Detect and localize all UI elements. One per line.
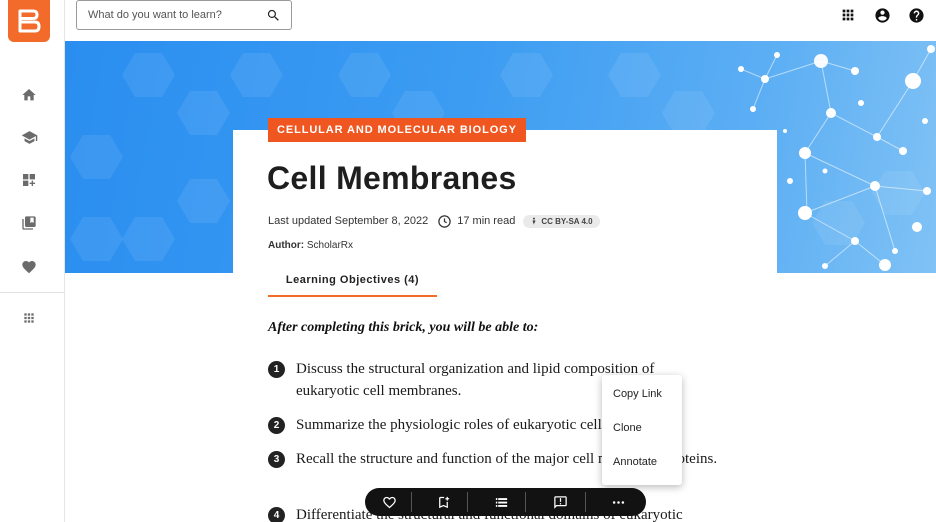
- objective-number: 4: [268, 507, 285, 522]
- toolbar-divider: [585, 492, 586, 512]
- more-icon: [612, 500, 624, 504]
- apps-grid-icon: [24, 313, 34, 323]
- sidebar-divider: [0, 292, 64, 293]
- menu-item-clone[interactable]: Clone: [602, 413, 682, 443]
- objective-text: Summarize the physiologic roles of eukar…: [296, 417, 679, 433]
- logo-icon: [18, 9, 41, 33]
- sidebar-item-favorites[interactable]: [20, 258, 38, 276]
- sidebar-item-dashboard[interactable]: [20, 171, 38, 189]
- dashboard-icon: [23, 174, 35, 186]
- sidebar-item-apps[interactable]: [20, 309, 38, 327]
- heart-icon: [22, 261, 36, 274]
- account-icon: [874, 7, 890, 23]
- menu-item-copy-link[interactable]: Copy Link: [602, 379, 682, 409]
- author-name: ScholarRx: [306, 240, 354, 251]
- bookmark-add-icon: [438, 496, 449, 508]
- contents-button[interactable]: [492, 493, 510, 511]
- toolbar-divider: [467, 492, 468, 512]
- more-options-button[interactable]: [609, 493, 627, 511]
- bottom-toolbar: [365, 488, 646, 516]
- home-icon: [22, 89, 36, 101]
- app-root: CELLULAR AND MOLECULAR BIOLOGY Cell Memb…: [0, 0, 936, 522]
- license-text: CC BY-SA 4.0: [541, 216, 593, 226]
- sidebar: [0, 0, 65, 522]
- help-icon: [908, 7, 924, 23]
- person-icon: [532, 217, 536, 225]
- apps-grid-icon: [842, 9, 854, 21]
- author-line: Author: ScholarRx: [268, 240, 353, 251]
- brand-logo[interactable]: [8, 0, 50, 42]
- context-menu: Copy Link Clone Annotate: [602, 375, 682, 485]
- sidebar-item-home[interactable]: [20, 86, 38, 104]
- search-icon[interactable]: [266, 8, 281, 23]
- search-input[interactable]: [77, 9, 252, 21]
- page-title: Cell Membranes: [267, 160, 517, 196]
- objectives-intro: After completing this brick, you will be…: [268, 320, 539, 335]
- comment-icon: [553, 495, 567, 509]
- search-box[interactable]: [76, 0, 292, 30]
- objective-number: 2: [268, 417, 285, 434]
- top-bar: [65, 0, 936, 41]
- brick-header-card: [233, 130, 777, 280]
- license-badge[interactable]: CC BY-SA 4.0: [523, 214, 600, 228]
- author-label: Author:: [268, 240, 305, 251]
- tab-learning-objectives[interactable]: Learning Objectives (4): [268, 266, 437, 297]
- toolbar-divider: [411, 492, 412, 512]
- add-bookmark-button[interactable]: [434, 493, 452, 511]
- graduation-cap-icon: [21, 130, 37, 144]
- sidebar-item-bookmarks[interactable]: [20, 214, 38, 232]
- heart-icon: [382, 496, 396, 508]
- last-updated: Last updated September 8, 2022: [268, 215, 429, 227]
- bookmark-icon: [22, 216, 36, 230]
- read-time: 17 min read: [457, 215, 516, 227]
- objective-number: 1: [268, 361, 285, 378]
- menu-item-annotate[interactable]: Annotate: [602, 447, 682, 477]
- subject-tag[interactable]: CELLULAR AND MOLECULAR BIOLOGY: [268, 118, 526, 142]
- clock-icon: [438, 214, 451, 228]
- favorite-button[interactable]: [380, 493, 398, 511]
- comment-button[interactable]: [551, 493, 569, 511]
- brick-meta: Last updated September 8, 2022 17 min re…: [268, 213, 600, 229]
- apps-menu-button[interactable]: [839, 6, 857, 24]
- help-button[interactable]: [907, 6, 925, 24]
- account-button[interactable]: [873, 6, 891, 24]
- list-icon: [495, 497, 507, 507]
- sidebar-item-learn[interactable]: [20, 128, 38, 146]
- objective-number: 3: [268, 451, 285, 468]
- toolbar-divider: [525, 492, 526, 512]
